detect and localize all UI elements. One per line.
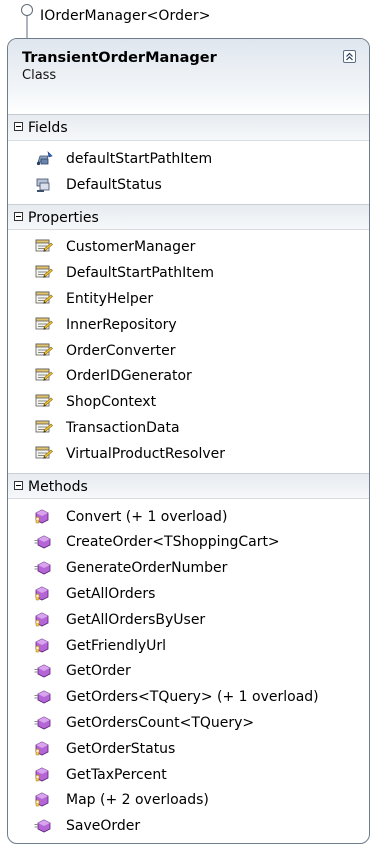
section-header-methods[interactable]: Methods: [8, 472, 369, 499]
member-label: ShopContext: [66, 394, 157, 411]
member-label: GetFriendlyUrl: [66, 637, 167, 654]
chevron-up-icon: [346, 52, 353, 61]
member-item[interactable]: CreateOrder<TShoppingCart>: [8, 530, 369, 556]
member-label: defaultStartPathItem: [66, 150, 213, 167]
property-icon: [34, 290, 54, 308]
property-icon: [34, 316, 54, 334]
member-item[interactable]: OrderConverter: [8, 338, 369, 364]
public-method-icon: [34, 508, 54, 526]
protected-method-icon: [34, 662, 54, 680]
member-item[interactable]: Map (+ 2 overloads): [8, 788, 369, 814]
member-item[interactable]: defaultStartPathItem: [8, 146, 369, 172]
public-method-icon: [34, 791, 54, 809]
member-label: GetAllOrders: [66, 586, 156, 603]
protected-method-icon: [34, 817, 54, 835]
collapse-toggle-icon[interactable]: [14, 122, 23, 131]
member-label: CreateOrder<TShoppingCart>: [66, 534, 280, 551]
member-label: SaveOrder: [66, 818, 141, 835]
interface-lollipop: IOrderManager<Order>: [0, 0, 378, 40]
private-field-icon: [34, 150, 54, 168]
member-item[interactable]: GetOrderStatus: [8, 736, 369, 762]
member-item[interactable]: ShopContext: [8, 389, 369, 415]
public-method-icon: [34, 740, 54, 758]
member-label: GetOrders<TQuery> (+ 1 overload): [66, 689, 319, 706]
public-method-icon: [34, 766, 54, 784]
class-name[interactable]: TransientOrderManager: [22, 50, 369, 66]
field-icon: [34, 176, 54, 194]
section-title: Methods: [28, 478, 88, 495]
member-item[interactable]: CustomerManager: [8, 235, 369, 261]
member-item[interactable]: VirtualProductResolver: [8, 441, 369, 467]
property-icon: [34, 238, 54, 256]
property-icon: [34, 393, 54, 411]
member-item[interactable]: SaveOrder: [8, 813, 369, 839]
member-item[interactable]: GetOrdersCount<TQuery>: [8, 710, 369, 736]
member-label: DefaultStartPathItem: [66, 265, 214, 282]
member-label: OrderConverter: [66, 342, 176, 359]
member-item[interactable]: DefaultStatus: [8, 172, 369, 198]
property-icon: [34, 419, 54, 437]
section-header-properties[interactable]: Properties: [8, 203, 369, 230]
section-header-fields[interactable]: Fields: [8, 115, 369, 141]
protected-method-icon: [34, 533, 54, 551]
class-shape[interactable]: TransientOrderManager Class Fields defaul…: [7, 38, 370, 844]
member-item[interactable]: GetFriendlyUrl: [8, 633, 369, 659]
protected-method-icon: [34, 688, 54, 706]
member-item[interactable]: OrderIDGenerator: [8, 364, 369, 390]
property-icon: [34, 445, 54, 463]
member-item[interactable]: GenerateOrderNumber: [8, 555, 369, 581]
property-icon: [34, 264, 54, 282]
member-label: GetOrderStatus: [66, 740, 176, 757]
member-label: GetTaxPercent: [66, 766, 167, 783]
member-label: OrderIDGenerator: [66, 368, 192, 385]
compartments: Fields defaultStartPathItem DefaultStatus P…: [8, 115, 369, 843]
property-icon: [34, 342, 54, 360]
member-label: GetOrdersCount<TQuery>: [66, 715, 255, 732]
public-method-icon: [34, 611, 54, 629]
section-items-methods: Convert (+ 1 overload) CreateOrder<TShopp…: [8, 499, 369, 843]
member-label: TransactionData: [66, 420, 180, 437]
collapse-toggle-icon[interactable]: [14, 211, 23, 221]
member-label: GetOrder: [66, 663, 131, 680]
protected-method-icon: [34, 714, 54, 732]
member-label: GenerateOrderNumber: [66, 560, 228, 577]
member-label: EntityHelper: [66, 291, 154, 308]
member-item[interactable]: GetTaxPercent: [8, 762, 369, 788]
collapse-toggle-icon[interactable]: [14, 480, 23, 490]
member-label: CustomerManager: [66, 239, 196, 256]
member-item[interactable]: EntityHelper: [8, 286, 369, 312]
section-items-fields: defaultStartPathItem DefaultStatus: [8, 141, 369, 204]
member-label: Map (+ 2 overloads): [66, 792, 209, 809]
member-item[interactable]: GetOrder: [8, 659, 369, 685]
member-item[interactable]: Convert (+ 1 overload): [8, 504, 369, 530]
public-method-icon: [34, 637, 54, 655]
member-item[interactable]: InnerRepository: [8, 312, 369, 338]
member-label: DefaultStatus: [66, 176, 162, 193]
public-method-icon: [34, 585, 54, 603]
section-items-properties: CustomerManager DefaultStartPathItem Entit…: [8, 230, 369, 473]
property-icon: [34, 367, 54, 385]
class-header[interactable]: TransientOrderManager Class: [8, 39, 369, 115]
member-item[interactable]: GetAllOrdersByUser: [8, 607, 369, 633]
collapse-button[interactable]: [343, 50, 356, 63]
section-title: Properties: [28, 209, 99, 226]
member-label: GetAllOrdersByUser: [66, 611, 206, 628]
member-item[interactable]: GetOrders<TQuery> (+ 1 overload): [8, 684, 369, 710]
protected-method-icon: [34, 559, 54, 577]
member-label: VirtualProductResolver: [66, 445, 226, 462]
interface-label: IOrderManager<Order>: [40, 8, 211, 24]
member-item[interactable]: DefaultStartPathItem: [8, 260, 369, 286]
member-item[interactable]: TransactionData: [8, 415, 369, 441]
class-stereotype: Class: [22, 68, 57, 83]
section-title: Fields: [28, 120, 68, 136]
member-item[interactable]: GetAllOrders: [8, 581, 369, 607]
member-label: Convert (+ 1 overload): [66, 508, 228, 525]
member-label: InnerRepository: [66, 316, 177, 333]
